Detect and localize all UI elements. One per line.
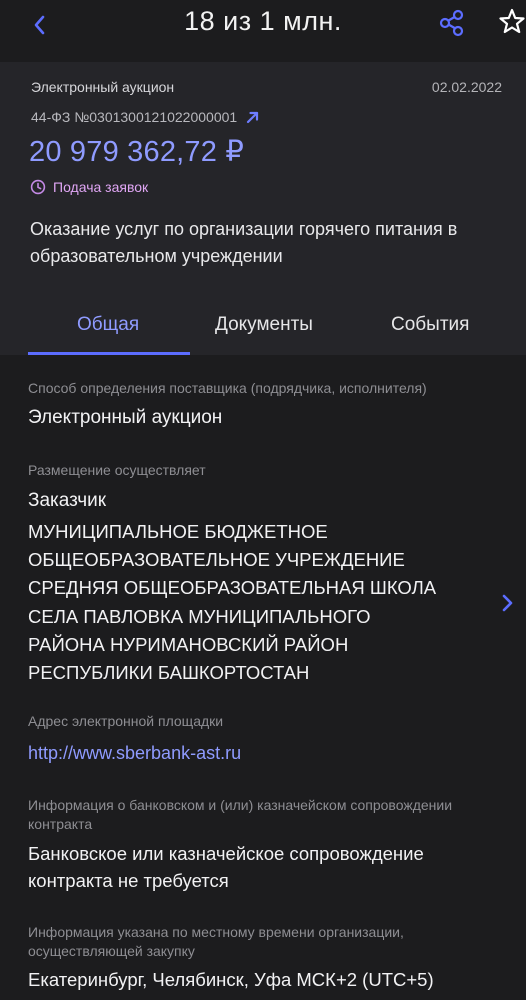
tender-description: Оказание услуг по организации горячего п… [30,219,458,266]
share-icon [439,9,464,37]
customer-name-line: ОБЩЕОБРАЗОВАТЕЛЬНОЕ УЧРЕЖДЕНИЕ [28,549,405,571]
favorite-button[interactable] [497,6,526,38]
placement-label: Размещение осуществляет [28,462,206,478]
chevron-right-icon[interactable] [498,591,516,615]
tab-events[interactable]: События [391,314,469,336]
placement-role: Заказчик [28,490,107,511]
banking-value: Банковское или казначейское сопровождени… [28,843,424,891]
top-bar: 18 из 1 млн. [0,0,526,52]
banking-label: Информация о банковском и (или) казначей… [28,797,453,832]
status-badge: Подача заявок [30,179,148,195]
tab-bar: Общая Документы События [0,306,526,355]
tender-number-link[interactable]: 44-ФЗ №0301300121022000001 [31,109,260,125]
platform-label: Адрес электронной площадки [28,713,224,729]
customer-name-line: МУНИЦИПАЛЬНОЕ БЮДЖЕТНОЕ [28,521,328,542]
customer-name-line: СЕЛА ПАВЛОВКА МУНИЦИПАЛЬНОГО [28,605,371,627]
platform-link[interactable]: http://www.sberbank-ast.ru [28,743,241,764]
customer-name-line: РАЙОНА НУРИМАНОВСКИЙ РАЙОН [28,633,349,655]
method-label: Способ определения поставщика (подрядчик… [28,380,427,396]
method-value: Электронный аукцион [28,407,223,428]
tab-documents[interactable]: Документы [215,314,313,336]
share-button[interactable] [437,8,467,38]
tab-general[interactable]: Общая [77,314,139,336]
tender-card: Электронный аукцион 02.02.2022 44-ФЗ №03… [0,62,526,355]
clock-icon [30,179,46,195]
tender-number: 44-ФЗ №0301300121022000001 [31,109,238,125]
status-text: Подача заявок [53,179,149,195]
procedure-type: Электронный аукцион [31,79,175,95]
timezone-value: Екатеринбург, Челябинск, Уфа МСК+2 (UTC+… [28,969,434,990]
customer-name-line: РЕСПУБЛИКИ БАШКОРТОСТАН [28,662,310,684]
timezone-label: Информация указана по местному времени о… [28,924,404,959]
publish-date: 02.02.2022 [431,79,502,95]
active-tab-indicator [28,352,190,355]
star-outline-icon [499,8,525,34]
customer-name-line: СРЕДНЯЯ ОБЩЕОБРАЗОВАТЕЛЬНАЯ ШКОЛА [28,577,437,599]
external-link-arrow-icon [247,111,259,124]
customer-name[interactable]: МУНИЦИПАЛЬНОЕ БЮДЖЕТНОЕ ОБЩЕОБРАЗОВАТЕЛЬ… [28,518,493,687]
tender-price: 20 979 362,72 ₽ [29,136,244,168]
